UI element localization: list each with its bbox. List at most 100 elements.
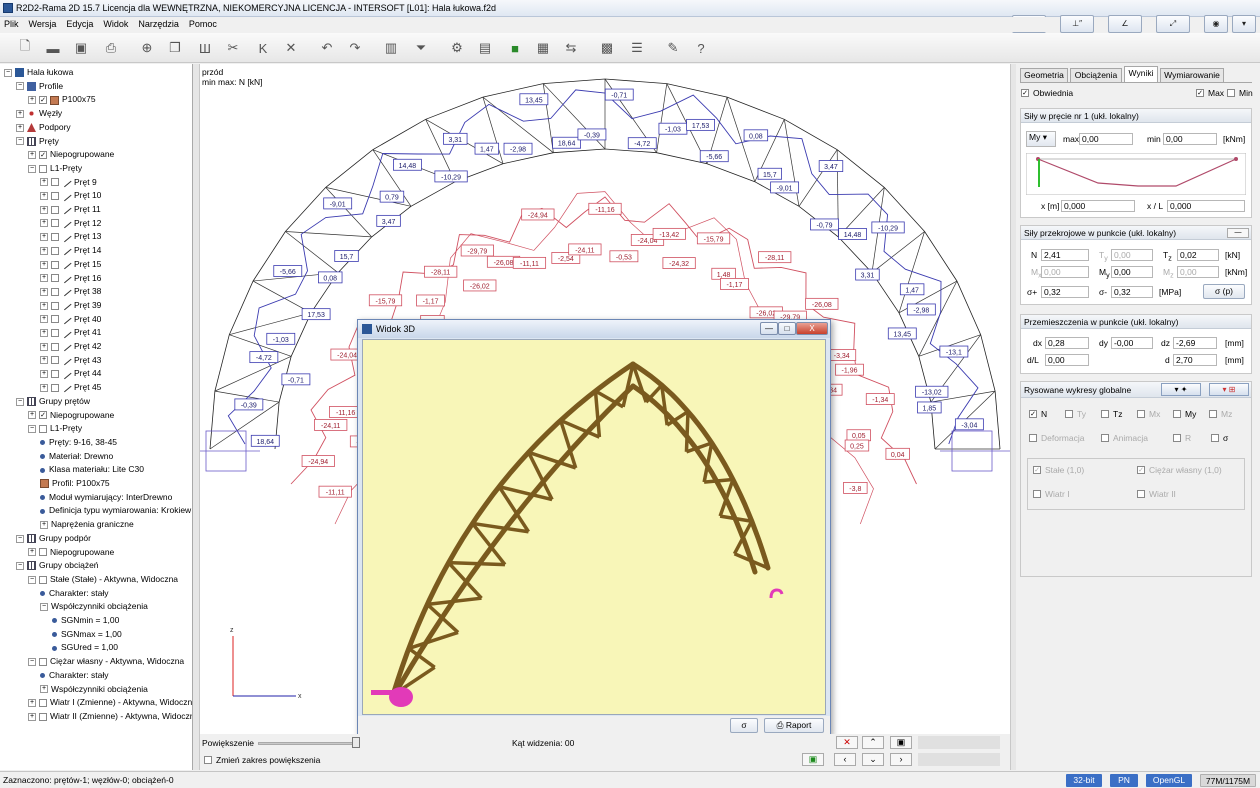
tree-row[interactable]: + Pręt 12 — [40, 217, 101, 230]
collapse-icon[interactable]: − — [16, 397, 24, 406]
expand-icon[interactable]: + — [40, 301, 48, 310]
tree-row[interactable]: + ✓ Niepogrupowane — [28, 409, 114, 422]
expand-icon[interactable]: + — [40, 370, 48, 379]
tree-checkbox[interactable] — [51, 219, 59, 228]
section-dropdown[interactable]: — — [1227, 228, 1249, 238]
collapse-icon[interactable]: − — [16, 534, 24, 543]
tree-checkbox[interactable] — [51, 246, 59, 255]
load-group-checkbox[interactable] — [1137, 490, 1145, 498]
tree-checkbox[interactable] — [51, 356, 59, 365]
collapse-icon[interactable]: − — [28, 575, 36, 584]
tree-checkbox[interactable] — [51, 287, 59, 296]
collapse-icon[interactable]: − — [16, 82, 24, 91]
tree-checkbox[interactable] — [51, 383, 59, 392]
tree-row[interactable]: + Pręt 13 — [40, 230, 101, 243]
diagram-option-checkbox[interactable] — [1173, 410, 1181, 418]
collapse-icon[interactable]: − — [16, 561, 24, 570]
tree-row[interactable]: − Ciężar własny - Aktywna, Widoczna — [28, 655, 184, 668]
max-checkbox[interactable]: ✓ — [1196, 89, 1204, 97]
tree-row[interactable]: + Węzły — [16, 107, 62, 120]
zoom-slider-thumb[interactable] — [352, 737, 360, 748]
expand-icon[interactable]: + — [40, 520, 48, 529]
tree-row[interactable]: Moduł wymiarujący: InterDrewno — [40, 491, 172, 504]
view-buttons[interactable] — [918, 736, 1000, 749]
tree-row[interactable]: + Pręt 44 — [40, 367, 101, 380]
expand-icon[interactable]: + — [16, 109, 24, 118]
expand-icon[interactable]: + — [40, 246, 48, 255]
lock-icon[interactable]: ▣ — [890, 736, 912, 749]
menu-widok[interactable]: Widok — [103, 17, 128, 32]
maximize-button[interactable]: □ — [778, 322, 796, 335]
dl-field[interactable]: 0,00 — [1045, 354, 1089, 366]
diagram-extra-checkbox[interactable] — [1029, 434, 1037, 442]
tree-row[interactable]: Materiał: Drewno — [40, 450, 113, 463]
tree-checkbox[interactable] — [39, 424, 47, 433]
diagram-option-checkbox[interactable] — [1209, 410, 1217, 418]
expand-icon[interactable]: + — [40, 315, 48, 324]
tree-checkbox[interactable] — [51, 192, 59, 201]
3d-view-icon[interactable]: ■ — [506, 39, 524, 57]
expand-icon[interactable]: + — [40, 219, 48, 228]
sigma-p-button[interactable]: σ (p) — [1203, 284, 1245, 299]
tree-row[interactable]: − Grupy prętów — [16, 395, 90, 408]
tree-checkbox[interactable] — [51, 301, 59, 310]
new-file-icon[interactable]: 🗋 — [16, 38, 34, 57]
tree-checkbox[interactable] — [51, 274, 59, 283]
tree-checkbox[interactable] — [51, 315, 59, 324]
tree-row[interactable]: − Pręty — [16, 135, 59, 148]
copy-icon[interactable]: ❐ — [166, 39, 184, 57]
sigma-plus-field[interactable]: 0,32 — [1041, 286, 1089, 298]
dz-field[interactable]: -2,69 — [1173, 337, 1217, 349]
tree-row[interactable]: + Pręt 14 — [40, 244, 101, 257]
load-group-checkbox[interactable]: ✓ — [1033, 466, 1041, 474]
tree-row[interactable]: + ✓ Niepogrupowane — [28, 148, 114, 161]
minimize-button[interactable]: — — [760, 322, 778, 335]
tree-row[interactable]: + Pręt 42 — [40, 340, 101, 353]
tree-checkbox[interactable] — [39, 164, 47, 173]
filter-icon[interactable]: ⏷ — [412, 39, 430, 57]
tree-checkbox[interactable] — [51, 233, 59, 242]
tree-checkbox[interactable] — [39, 698, 47, 707]
diagram-scale-button[interactable]: ▾ ⊞ — [1209, 383, 1249, 396]
load-group-checkbox[interactable] — [1033, 490, 1041, 498]
expand-icon[interactable]: + — [28, 548, 36, 557]
tree-row[interactable]: − Grupy podpór — [16, 532, 91, 545]
menu-plik[interactable]: Plik — [4, 17, 19, 32]
undo-icon[interactable]: ↶ — [318, 39, 336, 57]
tree-row[interactable]: + Pręt 38 — [40, 285, 101, 298]
dx-field[interactable]: 0,28 — [1045, 337, 1089, 349]
expand-icon[interactable]: + — [40, 383, 48, 392]
splitter[interactable] — [193, 64, 200, 770]
sigma-button[interactable]: σ — [730, 718, 758, 733]
expand-icon[interactable]: + — [40, 342, 48, 351]
tree-row[interactable]: − Współczynniki obciążenia — [40, 600, 148, 613]
tree-checkbox[interactable]: ✓ — [39, 96, 47, 105]
tree-row[interactable]: + Podpory — [16, 121, 71, 134]
close-button[interactable]: X — [796, 322, 828, 335]
tree-checkbox[interactable]: ✓ — [39, 411, 47, 420]
tree-row[interactable]: + Pręt 10 — [40, 189, 101, 202]
tree-row[interactable]: Klasa materiału: Lite C30 — [40, 463, 144, 476]
tree-row[interactable]: + Pręt 43 — [40, 354, 101, 367]
tree-checkbox[interactable] — [39, 548, 47, 557]
N-field[interactable]: 2,41 — [1041, 249, 1089, 261]
tree-row[interactable]: − Hala łukowa — [4, 66, 73, 79]
x-field[interactable]: 0,000 — [1061, 200, 1135, 212]
tab-obciazenia[interactable]: Obciążenia — [1070, 68, 1122, 82]
tree-row[interactable]: + Pręt 45 — [40, 381, 101, 394]
collapse-icon[interactable]: − — [16, 137, 24, 146]
window-3d-titlebar[interactable]: Widok 3D — □ X — [358, 320, 830, 338]
Tz-field[interactable]: 0,02 — [1177, 249, 1219, 261]
xl-field[interactable]: 0,000 — [1167, 200, 1245, 212]
tree-row[interactable]: − Profile — [16, 80, 63, 93]
display-mode-button-2[interactable]: ⊥″ — [1060, 15, 1094, 33]
tree-row[interactable]: − L1-Pręty — [28, 162, 82, 175]
display-mode-button-4[interactable]: ⤢ — [1156, 15, 1190, 33]
collapse-icon[interactable]: − — [28, 424, 36, 433]
calculate-icon[interactable]: ⚙ — [448, 39, 466, 57]
align-icon[interactable]: ⇆ — [562, 39, 580, 57]
diagram-color-button[interactable]: ▾ ✦ — [1161, 383, 1201, 396]
menu-wersja[interactable]: Wersja — [29, 17, 57, 32]
add-node-icon[interactable]: ⊕ — [138, 39, 156, 57]
tree-row[interactable]: SGUred = 1,00 — [52, 641, 118, 654]
